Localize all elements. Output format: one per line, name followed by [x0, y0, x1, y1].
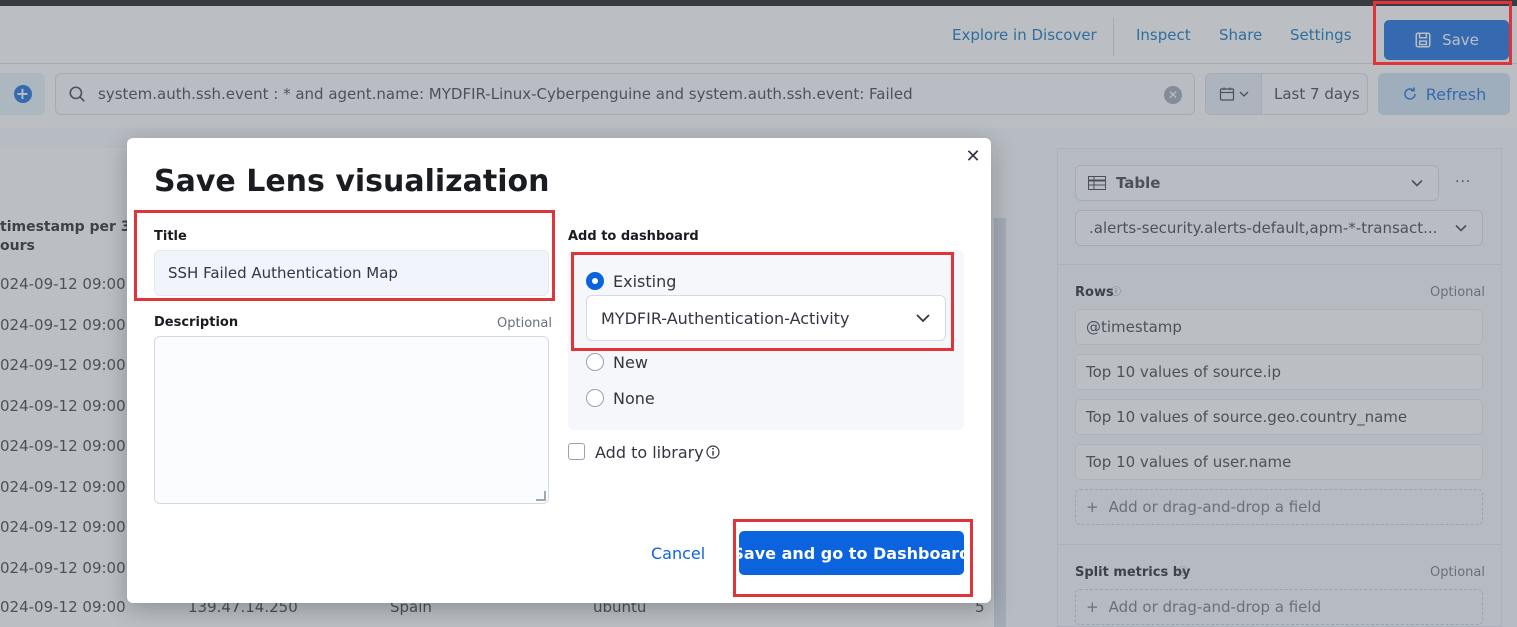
close-icon[interactable]: ✕ — [964, 148, 982, 166]
radio-new-label[interactable]: New — [613, 353, 648, 372]
radio-none-label[interactable]: None — [613, 389, 655, 408]
highlight-save-button — [1373, 1, 1512, 65]
radio-new[interactable] — [586, 353, 604, 371]
highlight-title-field — [134, 210, 555, 301]
info-icon[interactable] — [706, 445, 720, 459]
resize-handle[interactable] — [536, 491, 546, 501]
highlight-confirm-button — [733, 519, 973, 597]
add-to-library-label[interactable]: Add to library — [595, 443, 704, 462]
description-field-label: Description — [154, 315, 239, 330]
add-to-library-checkbox[interactable] — [568, 443, 585, 460]
radio-none[interactable] — [586, 389, 604, 407]
description-optional-label: Optional — [497, 316, 552, 331]
modal-title: Save Lens visualization — [154, 164, 550, 199]
description-textarea[interactable] — [154, 336, 549, 504]
cancel-button[interactable]: Cancel — [651, 544, 705, 563]
highlight-existing-dashboard — [571, 252, 954, 351]
add-to-dashboard-label: Add to dashboard — [568, 229, 699, 244]
